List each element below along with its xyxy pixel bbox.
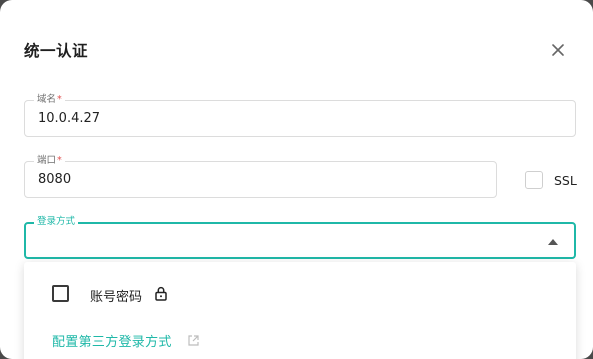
lock-icon <box>154 286 168 301</box>
caret-up-icon[interactable] <box>548 239 558 245</box>
port-value: 8080 <box>38 172 72 187</box>
domain-label: 域名* <box>34 94 65 106</box>
external-link-icon[interactable] <box>187 332 200 346</box>
option-label-account-password[interactable]: 账号密码 <box>90 286 142 305</box>
ssl-label: SSL <box>554 173 577 188</box>
option-checkbox-account-password[interactable] <box>52 285 69 302</box>
domain-field[interactable]: 域名* 10.0.4.27 <box>24 94 576 137</box>
ssl-checkbox[interactable] <box>525 171 543 189</box>
domain-value: 10.0.4.27 <box>38 111 101 126</box>
login-method-dropdown: 账号密码 配置第三方登录方式 <box>24 262 576 359</box>
port-field[interactable]: 端口* 8080 <box>24 155 497 198</box>
close-icon[interactable] <box>548 40 568 60</box>
login-method-select[interactable]: 登录方式 <box>24 216 576 259</box>
required-mark: * <box>57 155 62 166</box>
login-method-label: 登录方式 <box>34 216 79 228</box>
required-mark: * <box>57 94 62 105</box>
dialog-title: 统一认证 <box>24 42 89 60</box>
config-third-party-login-link[interactable]: 配置第三方登录方式 <box>52 331 172 350</box>
auth-dialog: 统一认证 域名* 10.0.4.27 端口* 8080 SSL 登录方式 账号密… <box>0 0 593 359</box>
port-label: 端口* <box>34 155 65 167</box>
